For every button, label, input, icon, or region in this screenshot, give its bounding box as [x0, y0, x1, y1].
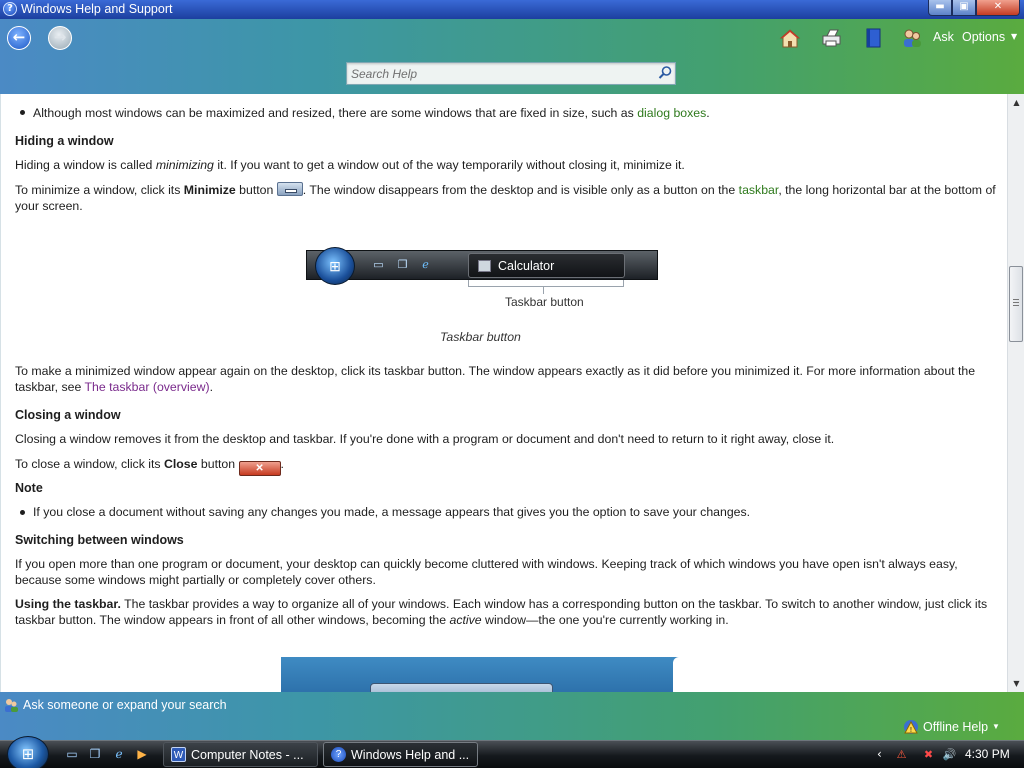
vertical-scrollbar[interactable]: ▲ ▼	[1007, 94, 1024, 692]
search-input[interactable]	[351, 66, 651, 81]
illustration-edge	[673, 657, 681, 692]
ask-label[interactable]: Ask	[933, 30, 954, 44]
clock[interactable]: 4:30 PM	[965, 747, 1010, 761]
show-desktop-icon[interactable]: ▭	[64, 747, 80, 762]
paragraph: Although most windows can be maximized a…	[33, 106, 710, 120]
browse-help-icon[interactable]	[862, 27, 884, 49]
paragraph: Closing a window removes it from the des…	[15, 432, 835, 446]
heading-switching-windows: Switching between windows	[15, 533, 184, 547]
paragraph: If you open more than one program or doc…	[15, 557, 958, 587]
print-icon[interactable]	[820, 27, 842, 49]
paragraph: If you close a document without saving a…	[33, 505, 751, 519]
help-app-icon: ?	[3, 2, 17, 16]
callout-label: Taskbar button	[505, 295, 584, 309]
chevron-down-icon[interactable]: ▼	[1011, 32, 1017, 41]
title-bar: ? Windows Help and Support ▬ ▣ ✕	[0, 0, 1024, 19]
calculator-window-illustration	[370, 683, 553, 692]
help-content: Although most windows can be maximized a…	[0, 94, 1007, 692]
window-title: Windows Help and Support	[21, 2, 173, 16]
internet-explorer-icon: ℯ	[422, 259, 429, 271]
windows-taskbar: ⊞ ▭ ❐ ℯ ▶ W Computer Notes - ... ? Windo…	[0, 736, 1024, 768]
taskbar-illustration: ⊞ ▭ ❐ ℯ Calculator	[306, 247, 658, 285]
scroll-up-arrow-icon[interactable]: ▲	[1010, 96, 1023, 109]
taskbar-button-computer-notes[interactable]: W Computer Notes - ...	[163, 742, 318, 767]
forward-button[interactable]: →	[48, 26, 72, 50]
search-box[interactable]	[346, 62, 676, 85]
home-icon[interactable]	[779, 27, 801, 49]
svg-text:!: !	[910, 727, 912, 734]
link-dialog-boxes[interactable]: dialog boxes	[637, 106, 706, 120]
volume-icon[interactable]: 🔊	[942, 747, 957, 762]
media-player-icon[interactable]: ▶	[134, 747, 150, 762]
link-taskbar[interactable]: taskbar	[739, 183, 779, 197]
callout-stem	[543, 287, 544, 294]
offline-help-icon[interactable]: !	[903, 719, 919, 738]
calculator-icon	[478, 260, 491, 272]
show-hidden-icons-chevron-icon[interactable]: ‹	[877, 747, 882, 761]
ask-people-icon[interactable]	[3, 697, 19, 716]
help-toolbar: ← → Ask Options ▼	[0, 19, 1024, 94]
word-document-icon: W	[171, 747, 186, 762]
grip-icon	[1013, 299, 1019, 306]
desktop-illustration	[281, 657, 679, 692]
start-orb-icon: ⊞	[315, 247, 355, 285]
heading-note: Note	[15, 481, 43, 495]
paragraph: Using the taskbar. The taskbar provides …	[15, 597, 988, 627]
network-disconnected-icon[interactable]: ✖	[921, 747, 936, 762]
maximize-button[interactable]: ▣	[952, 0, 976, 16]
switch-windows-icon[interactable]: ❐	[87, 747, 103, 762]
heading-hiding-window: Hiding a window	[15, 134, 114, 148]
bullet	[20, 110, 25, 115]
chevron-down-icon[interactable]: ▼	[992, 722, 1000, 731]
ask-icon[interactable]	[901, 27, 923, 49]
scroll-down-arrow-icon[interactable]: ▼	[1010, 677, 1023, 690]
paragraph: To make a minimized window appear again …	[15, 364, 976, 394]
ask-someone-link[interactable]: Ask someone or expand your search	[23, 698, 227, 712]
show-desktop-icon: ▭	[373, 259, 384, 271]
callout-bracket	[468, 280, 624, 287]
security-alert-icon[interactable]: ⚠	[894, 747, 909, 762]
paragraph: To close a window, click its Close butto…	[15, 457, 284, 476]
scrollbar-thumb[interactable]	[1009, 266, 1023, 342]
minimize-button[interactable]: ▬	[928, 0, 952, 16]
help-icon: ?	[331, 747, 346, 762]
internet-explorer-icon[interactable]: ℯ	[111, 747, 127, 762]
options-menu[interactable]: Options	[962, 30, 1005, 44]
heading-closing-window: Closing a window	[15, 408, 121, 422]
link-taskbar-overview[interactable]: The taskbar (overview)	[85, 380, 210, 394]
help-status-bar: Ask someone or expand your search ! Offl…	[0, 692, 1024, 740]
figure-caption: Taskbar button	[440, 330, 521, 344]
calculator-taskbar-button: Calculator	[468, 253, 625, 278]
close-button-image: ✕	[238, 461, 281, 476]
start-button[interactable]: ⊞	[7, 736, 49, 768]
minimize-button-image	[276, 182, 303, 196]
offline-help-menu[interactable]: Offline Help	[923, 720, 988, 734]
paragraph: Hiding a window is called minimizing it.…	[15, 158, 685, 172]
search-icon[interactable]	[657, 65, 673, 81]
bullet	[20, 510, 25, 515]
taskbar-button-help-and-support[interactable]: ? Windows Help and ...	[323, 742, 478, 767]
close-button[interactable]: ✕	[976, 0, 1020, 16]
back-button[interactable]: ←	[7, 26, 31, 50]
paragraph: To minimize a window, click its Minimize…	[15, 182, 996, 213]
switch-windows-icon: ❐	[397, 259, 408, 271]
